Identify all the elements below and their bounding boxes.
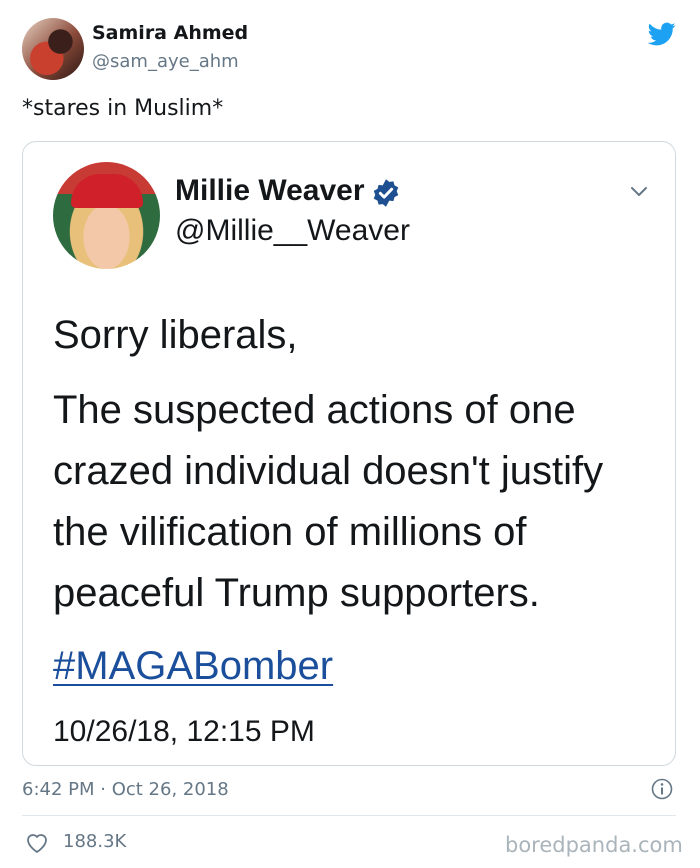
quoted-author-handle[interactable]: @Millie__Weaver xyxy=(175,214,410,248)
quoted-author-name[interactable]: Millie Weaver xyxy=(175,174,365,208)
heart-icon[interactable] xyxy=(25,832,49,854)
twitter-bird-icon[interactable] xyxy=(646,20,678,48)
divider xyxy=(22,815,676,816)
tweet-text: *stares in Muslim* xyxy=(22,96,224,121)
verified-badge-icon xyxy=(373,179,399,207)
quoted-text-line: The suspected actions of one xyxy=(53,388,576,432)
tweet-timestamp[interactable]: 6:42 PM · Oct 26, 2018 xyxy=(22,779,229,800)
quoted-author-avatar[interactable] xyxy=(53,162,160,269)
hashtag-link[interactable]: #MAGABomber xyxy=(53,644,333,689)
quoted-text-line: Sorry liberals, xyxy=(53,313,298,357)
quoted-text-line: peaceful Trump supporters. xyxy=(53,571,540,615)
author-name[interactable]: Samira Ahmed xyxy=(92,22,248,44)
author-avatar[interactable] xyxy=(22,18,84,80)
quoted-text-line: the vilification of millions of xyxy=(53,510,527,554)
info-icon[interactable] xyxy=(651,778,673,800)
hat-decoration xyxy=(71,174,143,208)
chevron-down-icon[interactable] xyxy=(630,186,648,198)
quoted-tweet[interactable]: Millie Weaver @Millie__Weaver Sorry libe… xyxy=(22,141,676,766)
quoted-text-line: crazed individual doesn't justify xyxy=(53,449,604,493)
quoted-date: 10/26/18, 12:15 PM xyxy=(53,715,315,748)
author-handle[interactable]: @sam_aye_ahm xyxy=(92,51,239,72)
like-count: 188.3K xyxy=(63,831,127,852)
watermark: boredpanda.com xyxy=(505,833,683,857)
